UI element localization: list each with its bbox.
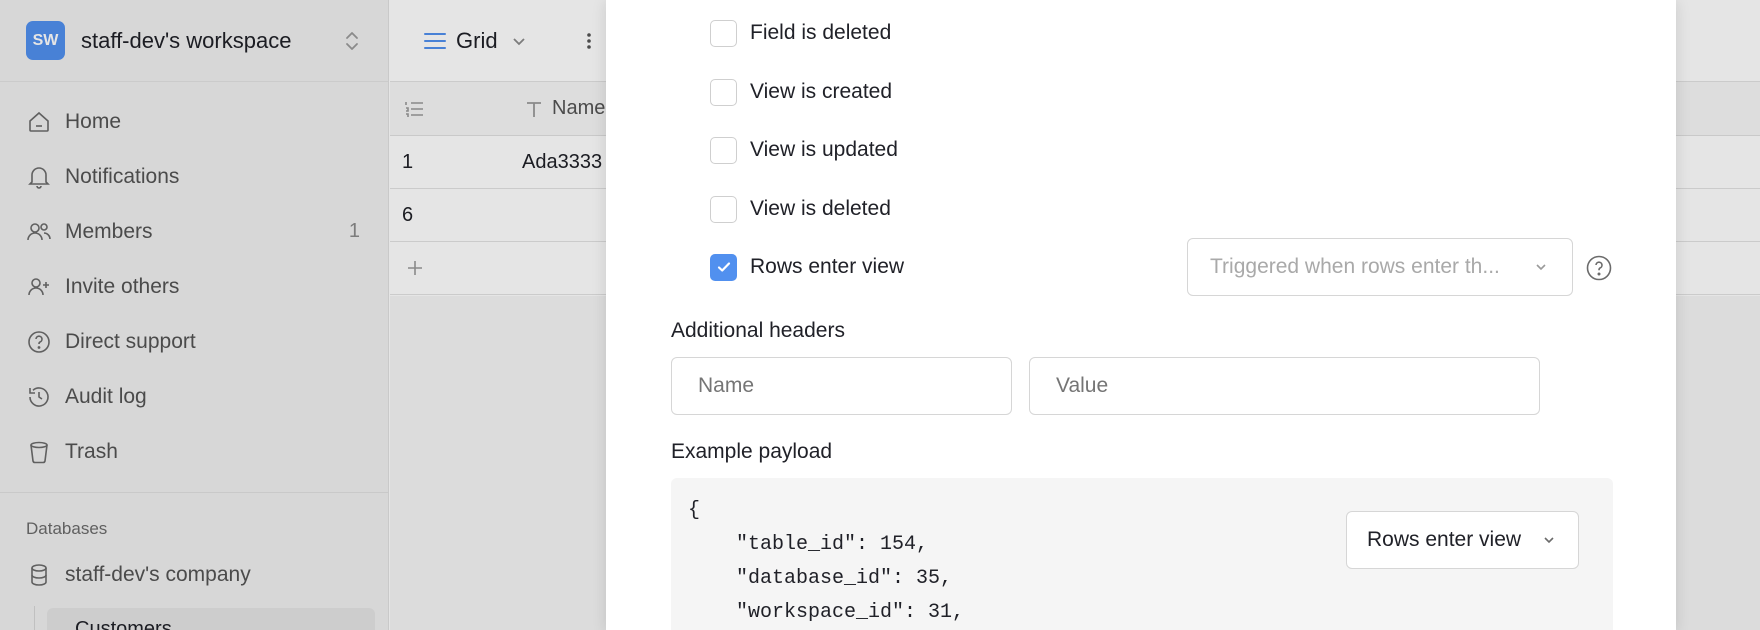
chevron-down-icon xyxy=(1536,264,1546,271)
view-select-placeholder: Triggered when rows enter th... xyxy=(1210,255,1500,278)
check-icon xyxy=(717,262,730,272)
event-checkbox-view-updated[interactable]: View is updated xyxy=(710,136,898,164)
payload-event-select[interactable]: Rows enter view xyxy=(1346,511,1579,569)
event-checkbox-view-created[interactable]: View is created xyxy=(710,78,892,106)
event-checkbox-rows-enter-view[interactable]: Rows enter view xyxy=(710,253,904,281)
event-checkbox-view-deleted[interactable]: View is deleted xyxy=(710,195,891,223)
webhook-modal: Field is deleted View is created View is… xyxy=(606,0,1676,630)
event-label: Field is deleted xyxy=(750,21,892,44)
checkbox-checked[interactable] xyxy=(710,253,737,281)
help-circle-icon[interactable] xyxy=(1585,254,1613,282)
checkbox[interactable] xyxy=(710,19,737,47)
event-label: View is created xyxy=(750,80,893,103)
event-label: Rows enter view xyxy=(750,255,905,278)
event-label: View is updated xyxy=(750,138,898,161)
header-name-input[interactable] xyxy=(671,357,1012,415)
checkbox[interactable] xyxy=(710,78,737,106)
additional-headers-label: Additional headers xyxy=(671,319,845,342)
view-select[interactable]: Triggered when rows enter th... xyxy=(1187,238,1573,296)
payload-event-select-value: Rows enter view xyxy=(1367,528,1522,551)
chevron-down-icon xyxy=(1544,537,1554,544)
header-value-input[interactable] xyxy=(1029,357,1540,415)
example-payload-label: Example payload xyxy=(671,440,833,463)
checkbox[interactable] xyxy=(710,136,737,164)
checkbox[interactable] xyxy=(710,195,737,223)
event-label: View is deleted xyxy=(750,197,891,220)
event-checkbox-field-deleted[interactable]: Field is deleted xyxy=(710,19,891,47)
